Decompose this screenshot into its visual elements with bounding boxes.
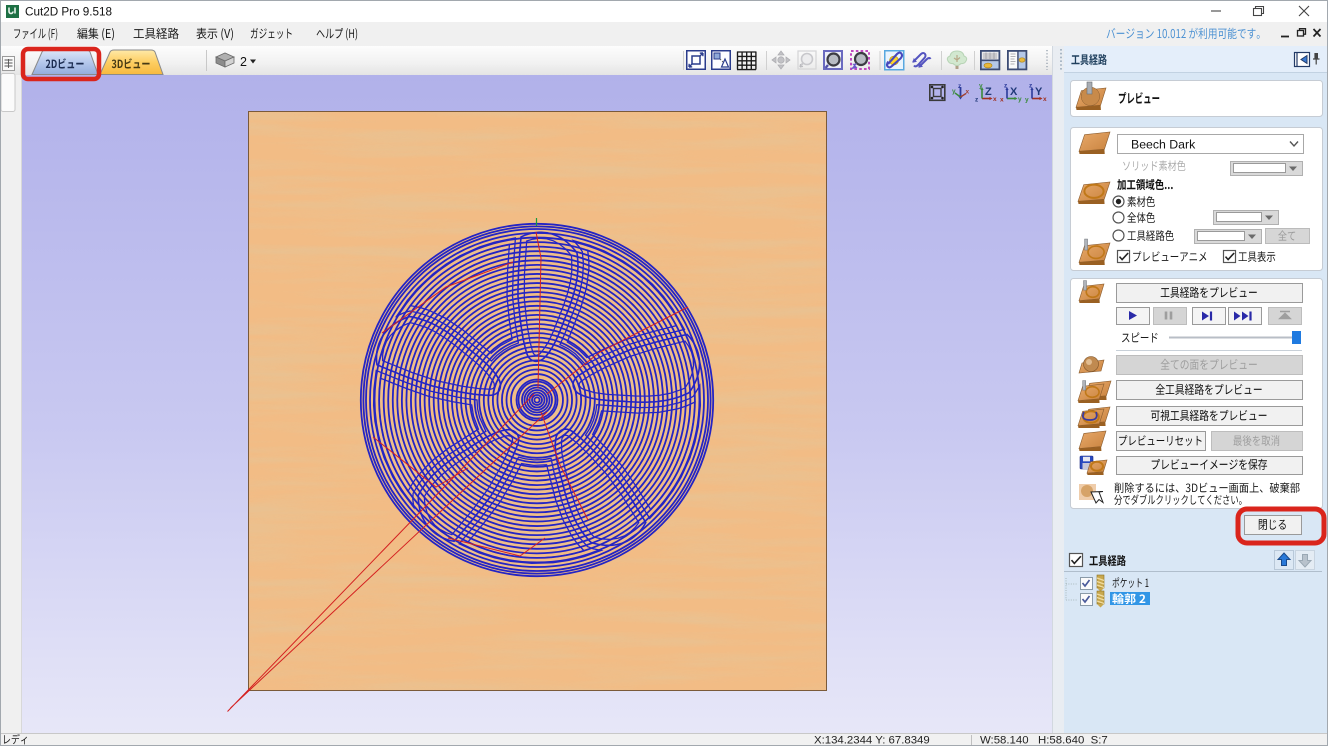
svg-text:Y: Y	[1035, 86, 1043, 98]
svg-text:Beech Dark: Beech Dark	[1131, 138, 1196, 152]
svg-text:2: 2	[240, 55, 247, 69]
svg-text:X: X	[1010, 86, 1018, 98]
svg-text:x: x	[1043, 96, 1047, 103]
svg-text:y: y	[1025, 97, 1029, 104]
svg-text:y: y	[952, 88, 956, 95]
svg-text:Cut2D Pro 9.518: Cut2D Pro 9.518	[25, 5, 112, 18]
svg-text:W:58.140 H:58.640 S:7: W:58.140 H:58.640 S:7	[980, 735, 1108, 746]
svg-text:X:134.2344 Y: 67.8349: X:134.2344 Y: 67.8349	[814, 735, 930, 746]
svg-text:x: x	[966, 89, 970, 96]
svg-text:Z: Z	[985, 86, 992, 98]
svg-text:y: y	[979, 83, 983, 90]
svg-text:x: x	[993, 96, 997, 103]
svg-text:x: x	[1000, 97, 1004, 104]
svg-text:y: y	[1018, 96, 1022, 103]
